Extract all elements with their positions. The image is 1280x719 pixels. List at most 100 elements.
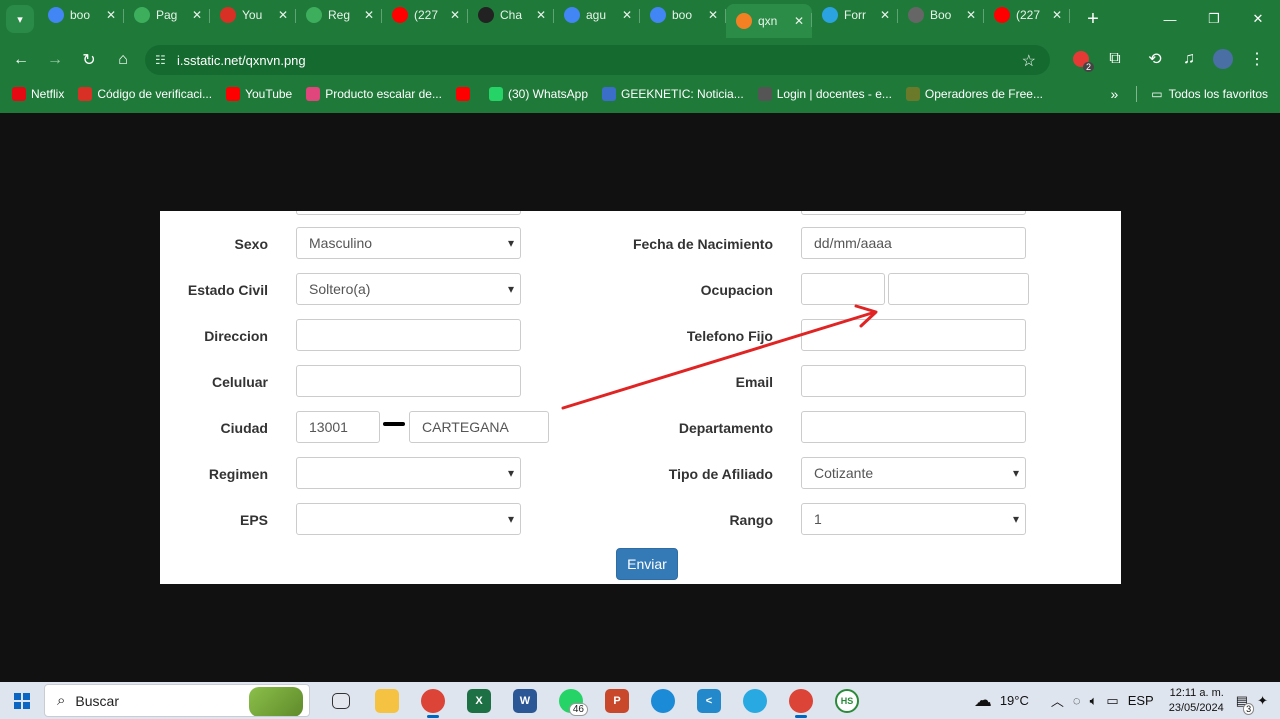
new-tab-button[interactable]: +	[1078, 8, 1108, 31]
extension-icon[interactable]: 2	[1064, 42, 1098, 76]
bookmark-item[interactable]: Código de verificaci...	[78, 87, 212, 101]
notification-count: 3	[1243, 702, 1255, 715]
chevron-up-icon[interactable]: ︿	[1051, 691, 1064, 710]
youtube-icon	[994, 7, 1010, 23]
bookmark-label: GEEKNETIC: Noticia...	[621, 87, 744, 101]
browser-tab[interactable]: Forr ✕	[812, 0, 898, 30]
close-tab-icon[interactable]: ✕	[878, 8, 892, 22]
close-window-icon[interactable]: ✕	[1236, 0, 1280, 38]
bookmark-label: YouTube	[245, 87, 293, 101]
chrome-active-icon[interactable]	[778, 682, 824, 719]
tab-title: boo	[70, 8, 91, 22]
performance-icon[interactable]: ⟲	[1138, 42, 1172, 76]
more-bookmarks-icon[interactable]: »	[1110, 86, 1118, 102]
browser-tab[interactable]: Boo ✕	[898, 0, 984, 30]
tab-title: You	[242, 8, 263, 22]
close-tab-icon[interactable]: ✕	[1050, 8, 1064, 22]
tab-title: Boo	[930, 8, 952, 22]
word-icon[interactable]: W	[502, 682, 548, 719]
whatsapp-taskbar-icon[interactable]: 46	[548, 682, 594, 719]
bookmark-item[interactable]: Operadores de Free...	[905, 87, 1043, 101]
browser-tab[interactable]: Reg ✕	[296, 0, 382, 30]
whatsapp-badge: 46	[568, 703, 588, 716]
app-blue-icon[interactable]	[732, 682, 778, 719]
minimize-icon[interactable]: —	[1148, 0, 1192, 38]
bookmark-star-icon[interactable]: ☆	[1022, 51, 1036, 71]
bookmark-label: Operadores de Free...	[924, 87, 1043, 101]
browser-tab[interactable]: agu ✕	[554, 0, 640, 30]
vscode-icon[interactable]: <	[686, 682, 732, 719]
excel-icon[interactable]: X	[456, 682, 502, 719]
browser-tab[interactable]: (227 ✕	[984, 0, 1070, 30]
home-icon[interactable]: ⌂	[106, 43, 140, 77]
tab-title: Pag	[156, 8, 178, 22]
taskbar-search[interactable]: ⌕ Buscar	[44, 684, 310, 717]
forward-icon[interactable]: →	[38, 43, 72, 77]
browser-tab[interactable]: (227 ✕	[382, 0, 468, 30]
weather-widget[interactable]: ☁ 19°C	[974, 690, 1029, 711]
browser-tab[interactable]: boo ✕	[640, 0, 726, 30]
bookmark-item[interactable]: GEEKNETIC: Noticia...	[602, 87, 744, 101]
profile-avatar[interactable]	[1206, 42, 1240, 76]
tab-strip: ▾ boo ✕ Pag ✕ You ✕ Reg ✕ (227 ✕ Cha ✕ agu ✕ boo ✕ qxn ✕ F…	[0, 0, 1280, 38]
forms-icon	[822, 7, 838, 23]
close-tab-icon[interactable]: ✕	[104, 8, 118, 22]
close-tab-icon[interactable]: ✕	[620, 8, 634, 22]
puzzle-icon[interactable]: ⧉	[1098, 42, 1132, 76]
all-bookmarks-link[interactable]: Todos los favoritos	[1169, 87, 1268, 101]
google-icon	[564, 7, 580, 23]
bookmark-item[interactable]: (30) WhatsApp	[488, 87, 588, 101]
close-tab-icon[interactable]: ✕	[964, 8, 978, 22]
windows-start-icon[interactable]	[0, 682, 44, 719]
browser-tab[interactable]: boo ✕	[38, 0, 124, 30]
tab-search-button[interactable]: ▾	[6, 5, 34, 33]
language-indicator[interactable]: ESP	[1128, 693, 1154, 708]
close-tab-icon[interactable]: ✕	[706, 8, 720, 22]
notifications-icon[interactable]: ▤ 3	[1236, 693, 1255, 715]
google-icon	[48, 7, 64, 23]
chrome-taskbar-icon[interactable]	[410, 682, 456, 719]
browser-frame: ▾ boo ✕ Pag ✕ You ✕ Reg ✕ (227 ✕ Cha ✕ agu ✕ boo ✕ qxn ✕ F…	[0, 0, 1280, 113]
task-view-icon[interactable]	[318, 682, 364, 719]
close-tab-icon[interactable]: ✕	[276, 8, 290, 22]
bookmark-item[interactable]	[455, 87, 475, 101]
bookmark-item[interactable]: YouTube	[226, 87, 292, 101]
bookmark-item[interactable]: Producto escalar de...	[306, 87, 442, 101]
cube-icon	[306, 7, 322, 23]
close-tab-icon[interactable]: ✕	[190, 8, 204, 22]
menu-icon[interactable]: ⋮	[1240, 42, 1274, 76]
browser-tab[interactable]: You ✕	[210, 0, 296, 30]
hs-app-icon[interactable]: HS	[824, 682, 870, 719]
browser-tab[interactable]: qxn ✕	[726, 4, 812, 38]
youtube-icon	[226, 87, 241, 101]
battery-icon[interactable]: ▭	[1106, 693, 1118, 709]
page-viewport: SexoMasculinoEstado CivilSoltero(a)Direc…	[0, 113, 1280, 682]
clock[interactable]: 12:11 a. m. 23/05/2024	[1169, 686, 1224, 716]
volume-icon[interactable]: 🔈︎	[1090, 693, 1098, 709]
bookmark-item[interactable]: Login | docentes - e...	[757, 87, 892, 101]
window-controls: — ❐ ✕	[1148, 0, 1280, 38]
reload-icon[interactable]: ↻	[72, 43, 106, 77]
site-info-icon[interactable]: ☷	[155, 53, 177, 67]
address-bar[interactable]: ☷ i.sstatic.net/qxnvn.png ☆	[145, 45, 1050, 75]
media-icon[interactable]: ♫	[1172, 42, 1206, 76]
powerpoint-icon[interactable]: P	[594, 682, 640, 719]
copilot-icon[interactable]: ✦	[1257, 693, 1268, 709]
close-tab-icon[interactable]: ✕	[448, 8, 462, 22]
browser-tab[interactable]: Pag ✕	[124, 0, 210, 30]
back-icon[interactable]: ←	[4, 43, 38, 77]
browser-tab[interactable]: Cha ✕	[468, 0, 554, 30]
network-icon[interactable]: ◌	[1073, 693, 1081, 708]
bookmark-label: Código de verificaci...	[97, 87, 213, 101]
close-tab-icon[interactable]: ✕	[792, 14, 806, 28]
restore-icon[interactable]: ❐	[1192, 0, 1236, 38]
file-explorer-icon[interactable]	[364, 682, 410, 719]
google-icon	[650, 7, 666, 23]
temperature: 19°C	[999, 693, 1029, 708]
tab-title: qxn	[758, 14, 778, 28]
close-tab-icon[interactable]: ✕	[534, 8, 548, 22]
close-tab-icon[interactable]: ✕	[362, 8, 376, 22]
edge-icon[interactable]	[640, 682, 686, 719]
pink-icon	[306, 87, 321, 101]
bookmark-item[interactable]: Netflix	[12, 87, 64, 101]
